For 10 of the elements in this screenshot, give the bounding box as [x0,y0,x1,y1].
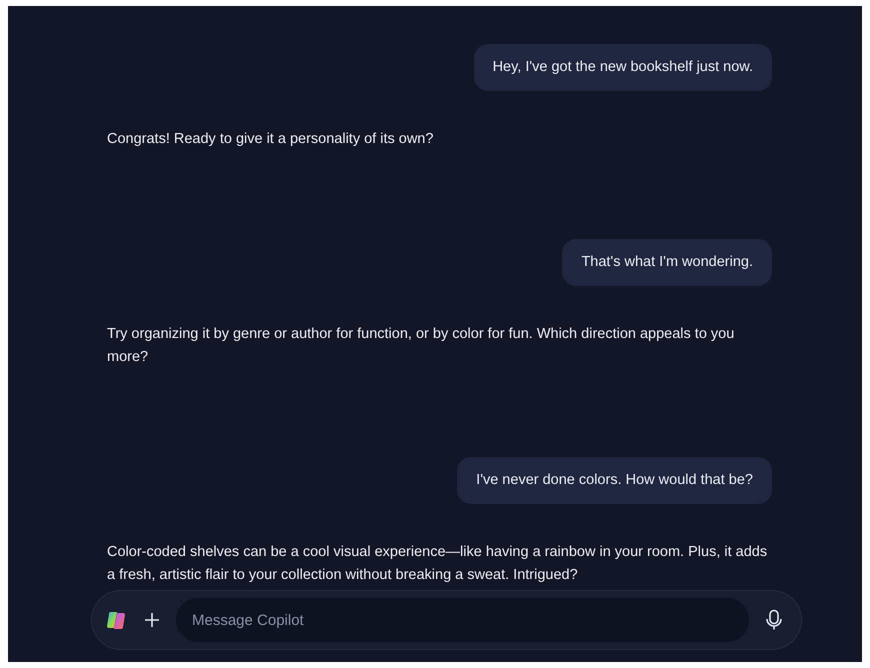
assistant-message: Color-coded shelves can be a cool visual experience—like having a rainbow in your room. Plus, it adds a fresh, artistic flair to your collection without breaking a sweat. Intrigued? [107,543,768,585]
message-input[interactable]: Message Copilot [176,598,749,642]
user-message-bubble: That's what I'm wondering. [562,239,772,286]
microphone-icon [765,609,783,631]
plus-icon [144,612,160,628]
user-message-bubble: I've never done colors. How would that be? [457,457,772,504]
user-message-bubble: Hey, I've got the new bookshelf just now. [474,44,772,91]
assistant-message: Try organizing it by genre or author for function, or by color for fun. Which direction appeals to you more? [107,325,736,367]
assistant-message: Congrats! Ready to give it a personality of its own? [107,130,434,149]
logo-icon [106,609,128,631]
